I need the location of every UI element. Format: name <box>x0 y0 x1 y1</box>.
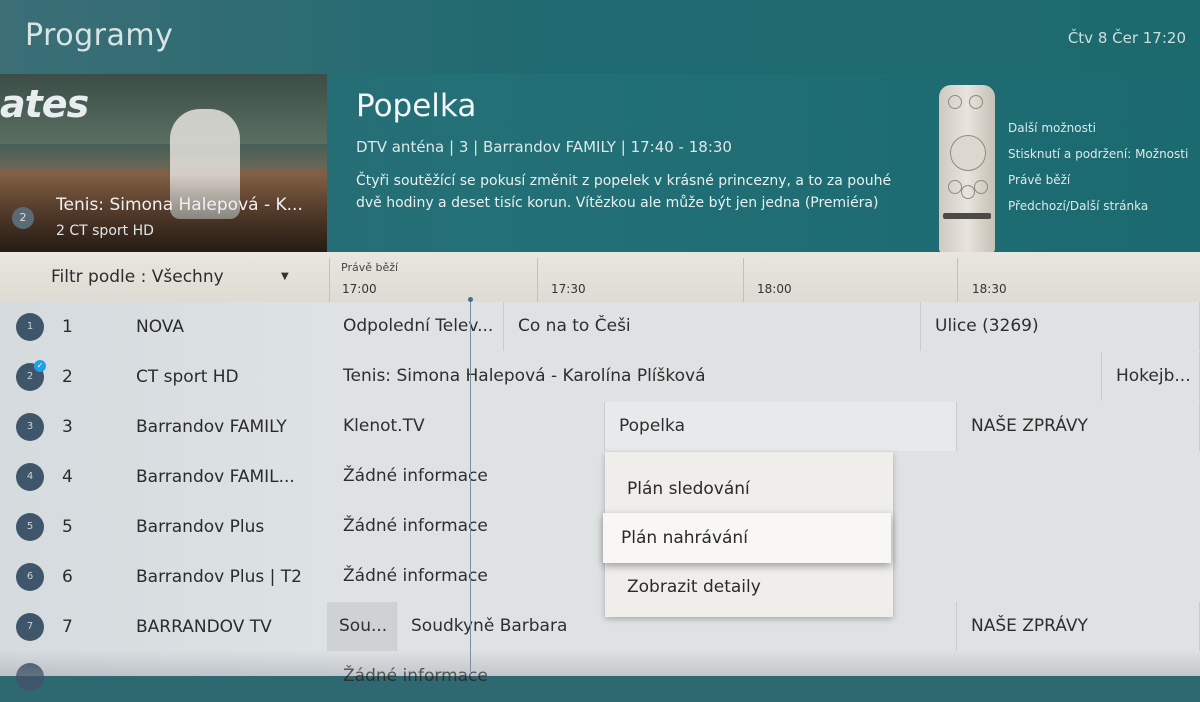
channel-name[interactable]: BARRANDOV TV <box>136 617 272 637</box>
channel-badge: 6 <box>16 563 44 591</box>
program-cell[interactable]: Odpolední Telev... <box>329 302 504 351</box>
channel-number: 6 <box>62 567 73 587</box>
epg-grid: 1 1 NOVA Odpolední Telev... Co na to Češ… <box>0 302 1200 691</box>
filter-dropdown[interactable]: Filtr podle : Všechny ▼ <box>0 252 327 302</box>
current-time-marker <box>468 297 473 302</box>
program-cell[interactable]: Co na to Češi <box>504 302 921 351</box>
channel-number: 7 <box>62 617 73 637</box>
hint-page: Předchozí/Další stránka <box>1008 199 1149 213</box>
clock: Čtv 8 Čer 17:20 <box>1067 29 1186 47</box>
channel-row: 3 3 Barrandov FAMILY Klenot.TV Popelka N… <box>0 402 1200 452</box>
channel-number: 5 <box>62 517 73 537</box>
channel-name[interactable]: CT sport HD <box>136 367 239 387</box>
bottom-fade <box>0 650 1200 676</box>
timeline-tick <box>329 258 330 302</box>
menu-item-plan-watch[interactable]: Plán sledování <box>605 464 893 514</box>
filter-label: Filtr podle : Všechny <box>51 267 224 287</box>
timeline-tick <box>743 258 744 302</box>
menu-item-show-details[interactable]: Zobrazit detaily <box>605 562 893 612</box>
channel-row: 4 4 Barrandov FAMIL... Žádné informace <box>0 452 1200 502</box>
channel-badge: 1 <box>16 313 44 341</box>
preview-channel-badge: 2 <box>12 207 34 229</box>
preview-logo: ates <box>0 82 89 126</box>
program-description: Čtyři soutěžící se pokusí změnit z popel… <box>356 173 892 211</box>
channel-rocker-icon <box>943 213 991 219</box>
time-slot: 17:30 <box>551 282 586 296</box>
channel-row: 6 6 Barrandov Plus | T2 Žádné informace <box>0 552 1200 602</box>
top-bar: Programy Čtv 8 Čer 17:20 <box>0 0 1200 74</box>
channel-number: 3 <box>62 417 73 437</box>
current-time-line <box>470 298 471 676</box>
program-cell[interactable]: Hokejb... <box>1102 352 1200 401</box>
page-title: Programy <box>25 18 174 53</box>
hint-now-playing: Právě běží <box>1008 173 1071 187</box>
mic-button-icon <box>969 95 983 109</box>
dropdown-caret-icon: ▼ <box>281 271 289 282</box>
channel-badge: 4 <box>16 463 44 491</box>
program-cell[interactable]: Ulice (3269) <box>921 302 1200 351</box>
favorite-check-icon: ✓ <box>34 360 46 372</box>
channel-number: 4 <box>62 467 73 487</box>
time-slot: 18:00 <box>757 282 792 296</box>
timeline-tick <box>537 258 538 302</box>
back-button-icon <box>948 180 962 194</box>
channel-name[interactable]: NOVA <box>136 317 184 337</box>
timeline-tick <box>957 258 958 302</box>
channel-row: 7 7 BARRANDOV TV Sou... Soudkyně Barbara… <box>0 602 1200 652</box>
channel-row: 2 ✓ 2 CT sport HD Tenis: Simona Halepová… <box>0 352 1200 402</box>
channel-row: 5 5 Barrandov Plus Žádné informace <box>0 502 1200 552</box>
channel-row: 1 1 NOVA Odpolední Telev... Co na to Češ… <box>0 302 1200 352</box>
timeline-header: Filtr podle : Všechny ▼ Právě běží 17:00… <box>0 252 1200 302</box>
channel-number: 1 <box>62 317 73 337</box>
home-button-icon <box>961 185 975 199</box>
hint-more-options: Další možnosti <box>1008 121 1096 135</box>
channel-number: 2 <box>62 367 73 387</box>
hint-press-hold: Stisknutí a podržení: Možnosti <box>1008 147 1189 161</box>
channel-badge: 5 <box>16 513 44 541</box>
program-cell-selected[interactable]: Popelka <box>605 402 957 451</box>
now-playing-label: Právě běží <box>341 261 399 274</box>
preview-channel: 2 CT sport HD <box>56 223 154 239</box>
program-title: Popelka <box>356 88 477 124</box>
channel-name[interactable]: Barrandov FAMIL... <box>136 467 295 487</box>
time-slot: 17:00 <box>342 282 377 296</box>
program-cell[interactable]: Tenis: Simona Halepová - Karolína Plíško… <box>329 352 1102 401</box>
program-info-panel: ates 2 Tenis: Simona Halepová - K... 2 C… <box>0 74 1200 253</box>
menu-item-plan-record[interactable]: Plán nahrávání <box>603 513 891 563</box>
remote-control-icon <box>939 85 995 253</box>
live-preview[interactable]: ates 2 Tenis: Simona Halepová - K... 2 C… <box>0 74 327 252</box>
program-meta: DTV anténa | 3 | Barrandov FAMILY | 17:4… <box>356 138 732 156</box>
channel-badge: 7 <box>16 613 44 641</box>
navigation-wheel-icon <box>950 135 986 171</box>
power-button-icon <box>948 95 962 109</box>
program-cell[interactable]: Klenot.TV <box>329 402 605 451</box>
program-cell[interactable]: Sou... <box>327 602 397 651</box>
program-cell[interactable]: NAŠE ZPRÁVY <box>957 602 1200 651</box>
channel-name[interactable]: Barrandov FAMILY <box>136 417 287 437</box>
play-button-icon <box>974 180 988 194</box>
channel-name[interactable]: Barrandov Plus | T2 <box>136 567 302 587</box>
channel-name[interactable]: Barrandov Plus <box>136 517 264 537</box>
program-cell[interactable]: NAŠE ZPRÁVY <box>957 402 1200 451</box>
channel-badge: 3 <box>16 413 44 441</box>
preview-program-title: Tenis: Simona Halepová - K... <box>56 195 303 215</box>
time-slot: 18:30 <box>972 282 1007 296</box>
program-detail: Popelka DTV anténa | 3 | Barrandov FAMIL… <box>356 88 916 214</box>
context-menu: Plán sledování Plán nahrávání Zobrazit d… <box>603 452 893 617</box>
